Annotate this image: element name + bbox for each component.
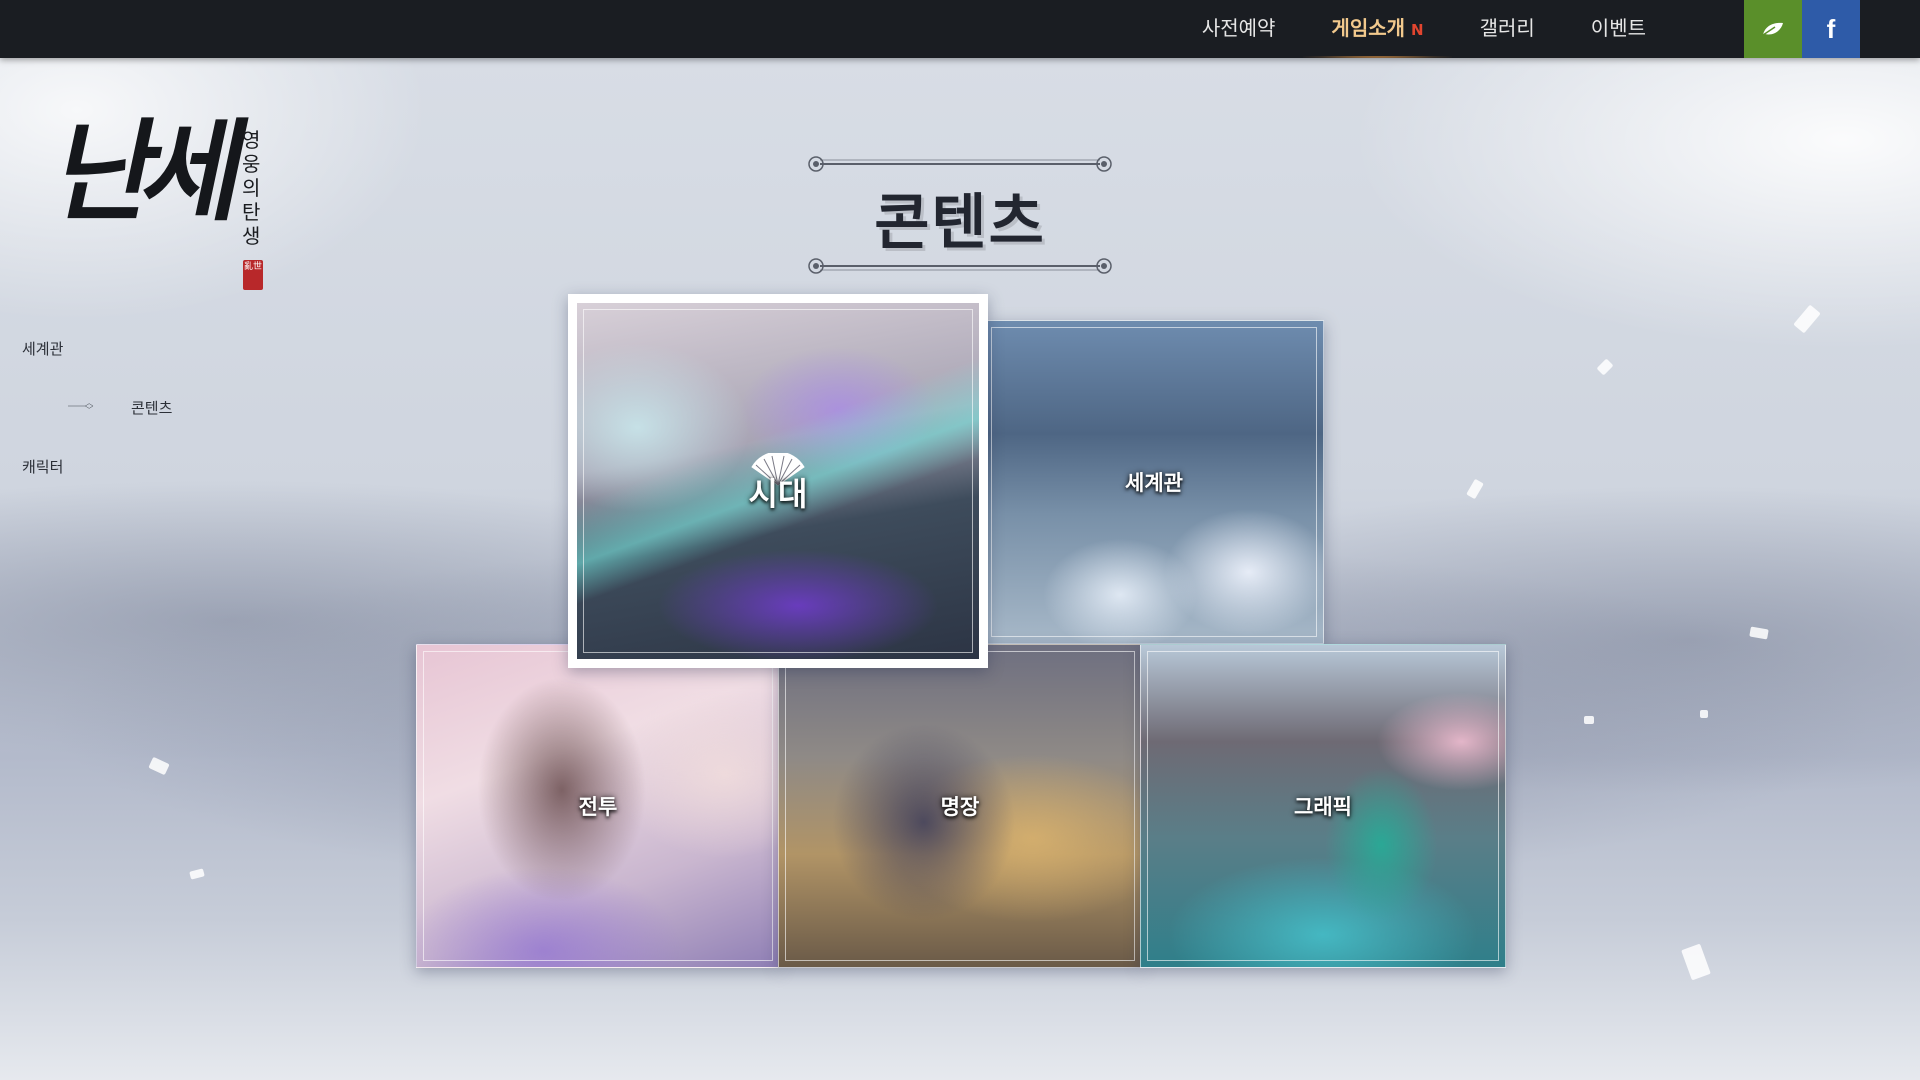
nav-item-label: 갤러리 bbox=[1479, 16, 1535, 40]
tile-label: 전투 bbox=[578, 795, 618, 819]
snowflake bbox=[1596, 358, 1614, 376]
snowflake bbox=[1700, 710, 1708, 718]
game-logo[interactable]: 난세 영웅의탄생 亂世 bbox=[44, 107, 278, 302]
snowflake bbox=[1793, 304, 1821, 334]
snowflake bbox=[1749, 626, 1769, 640]
nav-menu: 사전예약 게임소개 N 갤러리 이벤트 bbox=[1174, 0, 1674, 58]
nav-item-game-intro[interactable]: 게임소개 N bbox=[1303, 0, 1452, 58]
side-item-contents[interactable]: 콘텐츠 bbox=[131, 397, 172, 418]
tile-era-featured[interactable]: 시대 bbox=[568, 294, 988, 668]
facebook-icon: f bbox=[1826, 13, 1836, 44]
side-item-character[interactable]: 캐릭터 bbox=[22, 456, 63, 477]
snowflake bbox=[1681, 943, 1711, 981]
nav-item-label: 게임소개 bbox=[1331, 16, 1406, 40]
tile-combat[interactable]: 전투 bbox=[416, 644, 780, 968]
leaf-sns-button[interactable] bbox=[1744, 0, 1802, 58]
nav-item-gallery[interactable]: 갤러리 bbox=[1452, 0, 1563, 58]
active-marker-icon bbox=[68, 403, 94, 409]
snowflake bbox=[148, 756, 170, 776]
tile-label: 세계관 bbox=[1125, 471, 1183, 495]
logo-subtitle: 영웅의탄생 bbox=[242, 128, 261, 248]
nav-item-event[interactable]: 이벤트 bbox=[1563, 0, 1674, 58]
tile-label: 그래픽 bbox=[1294, 795, 1352, 819]
tile-label: 명장 bbox=[940, 795, 980, 819]
tile-worldview[interactable]: 세계관 bbox=[984, 320, 1324, 644]
top-nav: 사전예약 게임소개 N 갤러리 이벤트 f bbox=[0, 0, 1920, 58]
section-title-block: 콘텐츠 bbox=[798, 150, 1122, 280]
nav-item-preregister[interactable]: 사전예약 bbox=[1174, 0, 1304, 58]
facebook-button[interactable]: f bbox=[1802, 0, 1860, 58]
page-title: 콘텐츠 bbox=[874, 188, 1046, 258]
new-badge: N bbox=[1411, 21, 1424, 39]
nav-item-label: 이벤트 bbox=[1590, 16, 1646, 40]
tile-generals[interactable]: 명장 bbox=[778, 644, 1142, 968]
snowflake bbox=[1584, 716, 1594, 724]
snowflake bbox=[189, 868, 205, 880]
side-item-worldview[interactable]: 세계관 bbox=[22, 338, 63, 359]
title-ornament-top bbox=[808, 156, 1112, 172]
nav-item-label: 사전예약 bbox=[1201, 16, 1276, 40]
logo-title: 난세 bbox=[44, 107, 247, 236]
tile-label: 시대 bbox=[748, 474, 808, 513]
logo-seal: 亂世 bbox=[243, 260, 263, 290]
title-ornament-bottom bbox=[808, 258, 1112, 274]
tile-graphics[interactable]: 그래픽 bbox=[1140, 644, 1506, 968]
leaf-icon bbox=[1762, 22, 1783, 36]
snowflake bbox=[1466, 478, 1484, 500]
